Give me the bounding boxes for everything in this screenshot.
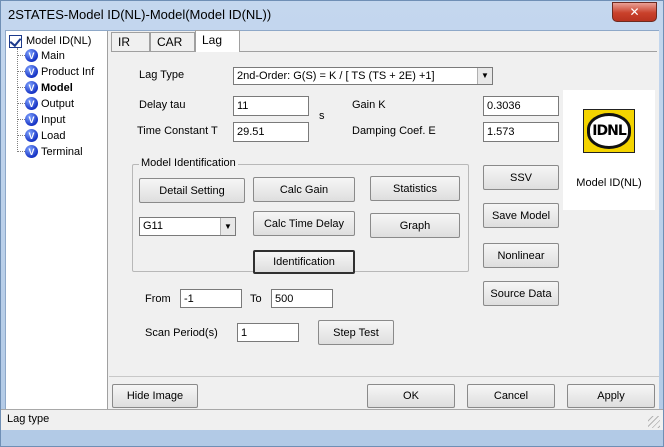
v-icon: V bbox=[25, 65, 38, 78]
tree-root[interactable]: Model ID(NL) bbox=[9, 34, 91, 48]
client-area: Model ID(NL) V Main V Product Inf V Mode… bbox=[5, 30, 659, 427]
tree-item-label: Main bbox=[41, 49, 65, 62]
v-icon: V bbox=[25, 145, 38, 158]
lag-type-label: Lag Type bbox=[139, 69, 185, 81]
calc-gain-button[interactable]: Calc Gain bbox=[253, 177, 355, 202]
tree-item-output[interactable]: V Output bbox=[17, 96, 74, 111]
from-label: From bbox=[145, 293, 171, 305]
idnl-logo-text: IDNL bbox=[587, 113, 631, 149]
tree-item-label: Model bbox=[41, 81, 73, 94]
footer-divider bbox=[109, 376, 659, 377]
ok-button[interactable]: OK bbox=[367, 384, 455, 408]
tree-item-main[interactable]: V Main bbox=[17, 48, 65, 63]
tab-ir[interactable]: IR bbox=[111, 32, 150, 51]
step-test-button[interactable]: Step Test bbox=[318, 320, 394, 345]
v-icon: V bbox=[25, 81, 38, 94]
v-icon: V bbox=[25, 49, 38, 62]
checkbox-icon[interactable] bbox=[9, 34, 22, 48]
graph-button[interactable]: Graph bbox=[370, 213, 460, 238]
time-constant-field[interactable]: 29.51 bbox=[233, 122, 309, 142]
gain-k-field[interactable]: 0.3036 bbox=[483, 96, 559, 116]
v-icon: V bbox=[25, 129, 38, 142]
source-data-button[interactable]: Source Data bbox=[483, 281, 559, 306]
title-bar[interactable]: 2STATES-Model ID(NL)-Model(Model ID(NL))… bbox=[1, 1, 663, 29]
tree-item-load[interactable]: V Load bbox=[17, 128, 65, 143]
tree-root-label: Model ID(NL) bbox=[26, 35, 92, 47]
idnl-logo: IDNL bbox=[583, 109, 635, 153]
ssv-button[interactable]: SSV bbox=[483, 165, 559, 190]
resize-grip-icon[interactable] bbox=[648, 416, 660, 428]
calc-time-delay-button[interactable]: Calc Time Delay bbox=[253, 211, 355, 236]
scan-period-field[interactable]: 1 bbox=[237, 323, 299, 342]
tree-item-label: Terminal bbox=[41, 145, 83, 158]
model-image-box: IDNL Model ID(NL) bbox=[563, 90, 655, 210]
tab-lag[interactable]: Lag bbox=[195, 30, 240, 52]
status-bar: Lag type bbox=[1, 409, 663, 430]
delay-tau-label: Delay tau bbox=[139, 99, 186, 111]
tree-item-label: Output bbox=[41, 97, 75, 110]
main-panel: IR CAR Lag Lag Type 2nd-Order: G(S) = K … bbox=[109, 30, 659, 427]
tree-item-input[interactable]: V Input bbox=[17, 112, 65, 127]
lag-type-select[interactable]: 2nd-Order: G(S) = K / [ TS (TS + 2E) +1]… bbox=[233, 67, 493, 85]
to-label: To bbox=[250, 293, 262, 305]
tree-item-terminal[interactable]: V Terminal bbox=[17, 144, 83, 159]
apply-button[interactable]: Apply bbox=[567, 384, 655, 408]
status-text: Lag type bbox=[7, 413, 50, 425]
model-image-caption: Model ID(NL) bbox=[576, 177, 642, 189]
close-button[interactable]: ✕ bbox=[612, 2, 657, 22]
output-selector[interactable]: G11 ▼ bbox=[139, 217, 236, 236]
to-field[interactable]: 500 bbox=[271, 289, 333, 308]
hide-image-button[interactable]: Hide Image bbox=[112, 384, 198, 408]
chevron-down-icon[interactable]: ▼ bbox=[477, 68, 492, 84]
detail-setting-button[interactable]: Detail Setting bbox=[139, 178, 245, 203]
cancel-button[interactable]: Cancel bbox=[467, 384, 555, 408]
chevron-down-icon[interactable]: ▼ bbox=[220, 218, 235, 235]
close-icon: ✕ bbox=[629, 5, 640, 19]
output-selector-value: G11 bbox=[143, 220, 163, 232]
delay-unit-label: s bbox=[319, 110, 325, 122]
lag-type-value: 2nd-Order: G(S) = K / [ TS (TS + 2E) +1] bbox=[237, 70, 435, 82]
identification-button[interactable]: Identification bbox=[253, 250, 355, 274]
model-identification-title: Model Identification bbox=[139, 157, 238, 169]
save-model-button[interactable]: Save Model bbox=[483, 203, 559, 228]
tree-item-label: Load bbox=[41, 129, 66, 142]
damping-coef-label: Damping Coef. E bbox=[352, 125, 436, 137]
tree-item-label: Input bbox=[41, 113, 66, 126]
v-icon: V bbox=[25, 113, 38, 126]
gain-k-label: Gain K bbox=[352, 99, 386, 111]
tree-item-product-inf[interactable]: V Product Inf bbox=[17, 64, 94, 79]
nonlinear-button[interactable]: Nonlinear bbox=[483, 243, 559, 268]
delay-tau-field[interactable]: 11 bbox=[233, 96, 309, 116]
tree-item-label: Product Inf bbox=[41, 65, 95, 78]
from-field[interactable]: -1 bbox=[180, 289, 242, 308]
time-constant-label: Time Constant T bbox=[137, 125, 218, 137]
tree-item-model[interactable]: V Model bbox=[17, 80, 73, 95]
v-icon: V bbox=[25, 97, 38, 110]
tab-car[interactable]: CAR bbox=[150, 32, 195, 51]
navigation-tree: Model ID(NL) V Main V Product Inf V Mode… bbox=[6, 31, 108, 427]
scan-period-label: Scan Period(s) bbox=[145, 327, 218, 339]
statistics-button[interactable]: Statistics bbox=[370, 176, 460, 201]
lag-tab-panel: Lag Type 2nd-Order: G(S) = K / [ TS (TS … bbox=[111, 51, 657, 375]
damping-coef-field[interactable]: 1.573 bbox=[483, 122, 559, 142]
window-title: 2STATES-Model ID(NL)-Model(Model ID(NL)) bbox=[8, 7, 272, 22]
dialog-window: 2STATES-Model ID(NL)-Model(Model ID(NL))… bbox=[0, 0, 664, 447]
